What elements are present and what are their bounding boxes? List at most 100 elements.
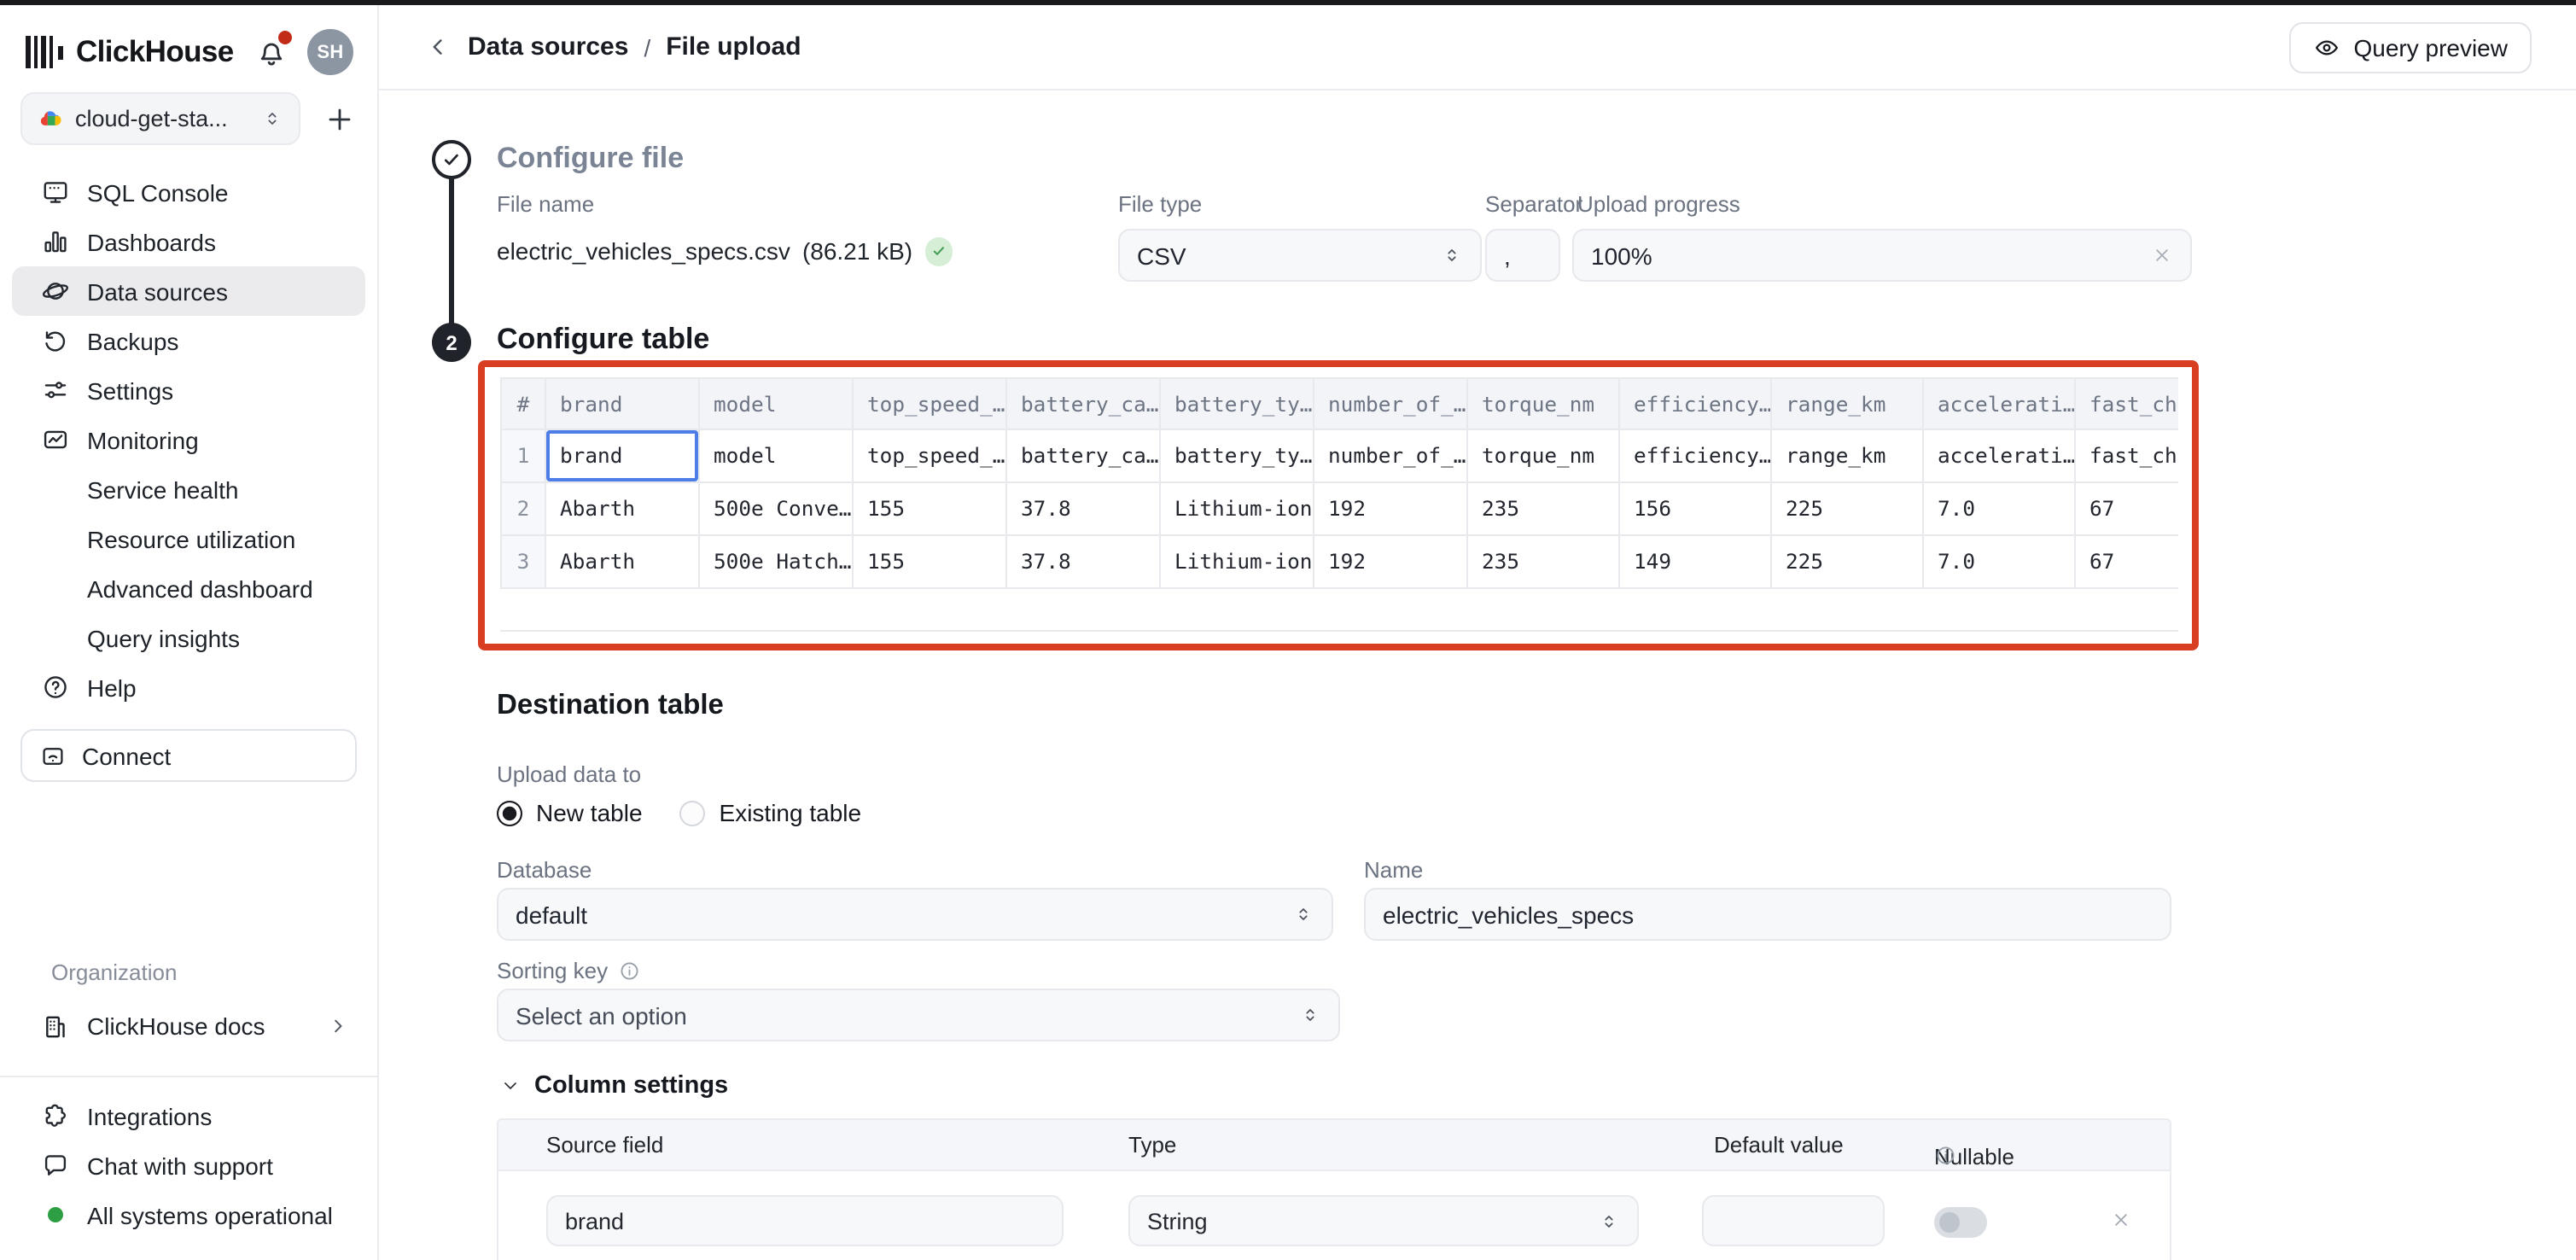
table-cell[interactable]: brand	[545, 429, 699, 482]
topbar: Data sources / File upload Query preview	[379, 5, 2576, 90]
table-cell[interactable]: 37.8	[1006, 535, 1160, 588]
table-cell[interactable]: 156	[1619, 482, 1771, 535]
type-select[interactable]: String	[1128, 1195, 1639, 1246]
sidebar-item-advanced-dashboard[interactable]: Advanced dashboard	[12, 563, 365, 613]
table-cell[interactable]: 225	[1771, 482, 1923, 535]
table-cell[interactable]: Lithium-ion	[1160, 482, 1314, 535]
table-cell[interactable]: Abarth	[545, 482, 699, 535]
back-button[interactable]	[423, 32, 452, 61]
table-cell[interactable]: 67	[2075, 482, 2178, 535]
sidebar-item-service-health[interactable]: Service health	[12, 464, 365, 514]
table-cell[interactable]: fast_cha	[2075, 429, 2178, 482]
sidebar-item-sql-console[interactable]: SQL Console	[12, 167, 365, 217]
sidebar-item-label: Backups	[87, 327, 178, 354]
sidebar-spacer	[0, 782, 377, 960]
nullable-toggle[interactable]	[1934, 1207, 1987, 1237]
database-select[interactable]: default	[497, 888, 1333, 941]
window-top-edge	[0, 0, 2576, 5]
table-cell[interactable]: 7.0	[1923, 482, 2075, 535]
sidebar-item-label: Query insights	[87, 624, 240, 651]
sidebar-item-dashboards[interactable]: Dashboards	[12, 217, 365, 266]
column-header: #	[501, 378, 545, 429]
sidebar-item-query-insights[interactable]: Query insights	[12, 613, 365, 662]
table-cell[interactable]: 37.8	[1006, 482, 1160, 535]
data-sources-icon	[41, 277, 70, 306]
table-cell[interactable]: top_speed_…	[853, 429, 1006, 482]
connect-button[interactable]: Connect	[20, 729, 357, 782]
notifications-button[interactable]	[254, 35, 288, 69]
table-cell[interactable]: 155	[853, 535, 1006, 588]
table-cell[interactable]: accelerati…	[1923, 429, 2075, 482]
sidebar-item-data-sources[interactable]: Data sources	[12, 266, 365, 316]
organization-label: Organization	[0, 960, 377, 985]
table-cell[interactable]: 155	[853, 482, 1006, 535]
step-2-indicator: 2	[432, 323, 471, 362]
file-name-label: File name	[497, 191, 594, 217]
database-label: Database	[497, 857, 592, 883]
sidebar-item-integrations[interactable]: Integrations	[12, 1091, 365, 1140]
sidebar-item-help[interactable]: Help	[12, 662, 365, 712]
column-header: brand	[545, 378, 699, 429]
sidebar-item-resource-utilization[interactable]: Resource utilization	[12, 514, 365, 563]
preview-table-container: #brandmodeltop_speed_…battery_ca…battery…	[500, 377, 2178, 632]
table-cell[interactable]: range_km	[1771, 429, 1923, 482]
radio-new-table[interactable]: New table	[497, 799, 643, 826]
sidebar-item-backups[interactable]: Backups	[12, 316, 365, 365]
name-label: Name	[1364, 857, 1423, 883]
table-row: 1brandmodeltop_speed_…battery_ca…battery…	[501, 429, 2178, 482]
sidebar-item-monitoring[interactable]: Monitoring	[12, 415, 365, 464]
table-cell[interactable]: 500e Hatch…	[699, 535, 853, 588]
separator-input[interactable]: ,	[1485, 229, 1560, 282]
row-number: 1	[501, 429, 545, 482]
sidebar-item-settings[interactable]: Settings	[12, 365, 365, 415]
sidebar-item-chat-with-support[interactable]: Chat with support	[12, 1140, 365, 1190]
table-cell[interactable]: battery_ty…	[1160, 429, 1314, 482]
table-cell[interactable]: number_of_…	[1314, 429, 1467, 482]
query-preview-button[interactable]: Query preview	[2288, 21, 2532, 73]
column-settings-toggle[interactable]: Column settings	[500, 1072, 728, 1100]
table-cell[interactable]: 235	[1467, 535, 1619, 588]
info-icon[interactable]	[1934, 1144, 1957, 1167]
table-cell[interactable]: 192	[1314, 535, 1467, 588]
file-success-badge	[924, 237, 953, 265]
sidebar-item-all-systems-operational[interactable]: All systems operational	[12, 1190, 365, 1240]
radio-unselected-icon	[680, 800, 706, 825]
info-icon[interactable]	[618, 960, 641, 983]
source-field-input[interactable]: brand	[546, 1195, 1064, 1246]
table-cell[interactable]: efficiency…	[1619, 429, 1771, 482]
column-header: accelerati…	[1923, 378, 2075, 429]
column-header: fast_cha	[2075, 378, 2178, 429]
default-value-input[interactable]	[1702, 1195, 1885, 1246]
sidebar-item-label: Settings	[87, 376, 173, 404]
close-icon[interactable]	[2151, 244, 2173, 266]
add-service-button[interactable]	[323, 102, 357, 136]
breadcrumb-data-sources[interactable]: Data sources	[468, 32, 628, 61]
remove-column-icon[interactable]	[2110, 1209, 2132, 1231]
table-cell[interactable]: battery_ca…	[1006, 429, 1160, 482]
sorting-key-select[interactable]: Select an option	[497, 989, 1340, 1041]
table-cell[interactable]: 192	[1314, 482, 1467, 535]
table-cell[interactable]: 225	[1771, 535, 1923, 588]
table-cell[interactable]: Lithium-ion	[1160, 535, 1314, 588]
query-preview-label: Query preview	[2353, 33, 2508, 61]
separator-label: Separator	[1485, 191, 1582, 217]
table-cell[interactable]: 149	[1619, 535, 1771, 588]
table-cell[interactable]: torque_nm	[1467, 429, 1619, 482]
table-cell[interactable]: 7.0	[1923, 535, 2075, 588]
file-type-select[interactable]: CSV	[1118, 229, 1482, 282]
table-cell[interactable]: 235	[1467, 482, 1619, 535]
chevron-down-icon	[500, 1076, 521, 1096]
service-selector[interactable]: cloud-get-sta...	[20, 92, 300, 145]
table-name-input[interactable]: electric_vehicles_specs	[1364, 888, 2171, 941]
avatar[interactable]: SH	[307, 29, 353, 75]
table-cell[interactable]: model	[699, 429, 853, 482]
table-cell[interactable]: 67	[2075, 535, 2178, 588]
table-row: 3Abarth500e Hatch…15537.8Lithium-ion1922…	[501, 535, 2178, 588]
sorting-key-placeholder: Select an option	[516, 1001, 687, 1029]
sidebar-item-clickhouse-docs[interactable]: ClickHouse docs	[0, 1000, 377, 1052]
table-cell[interactable]: Abarth	[545, 535, 699, 588]
column-header: torque_nm	[1467, 378, 1619, 429]
radio-existing-table[interactable]: Existing table	[680, 799, 862, 826]
main-content: Data sources / File upload Query preview…	[379, 0, 2576, 1260]
table-cell[interactable]: 500e Conve…	[699, 482, 853, 535]
